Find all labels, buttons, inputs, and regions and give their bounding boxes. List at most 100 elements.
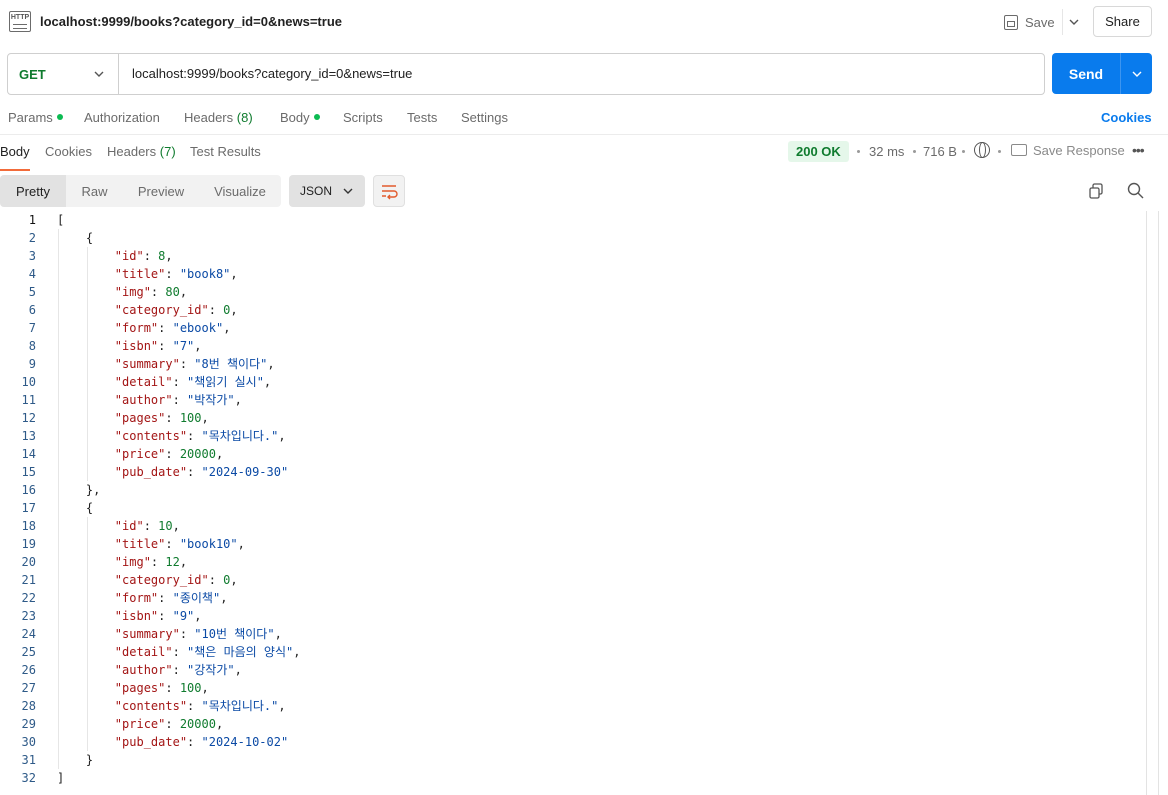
separator-dot <box>998 150 1001 153</box>
code-line: 16 }, <box>0 481 1140 499</box>
code-text: [ <box>57 213 65 227</box>
method-select[interactable]: GET <box>8 54 119 94</box>
response-size[interactable]: 716 B <box>923 144 957 159</box>
response-body-viewer[interactable]: 1[2 {3 "id": 8, 4 "title": "book8", 5 "img… <box>0 211 1146 795</box>
code-text: "pub_date": "2024-10-02" <box>114 735 289 749</box>
code-line: 10 "detail": "책읽기 실시", <box>0 373 1140 391</box>
separator-dot <box>857 150 860 153</box>
line-number: 22 <box>21 591 36 605</box>
response-time[interactable]: 32 ms <box>869 144 904 159</box>
line-number: 16 <box>21 483 36 497</box>
code-line: 3 "id": 8, <box>0 247 1140 265</box>
response-tab-cookies[interactable]: Cookies <box>45 144 92 159</box>
code-text: "price": 20000, <box>114 717 224 731</box>
line-number: 6 <box>28 303 36 317</box>
code-line: 28 "contents": "목차입니다.", <box>0 697 1140 715</box>
tab-scripts[interactable]: Scripts <box>343 110 383 125</box>
separator-dot <box>962 150 965 153</box>
tab-params-label: Params <box>8 110 53 125</box>
view-mode-pretty[interactable]: Pretty <box>0 175 66 207</box>
code-line: 22 "form": "종이책", <box>0 589 1140 607</box>
send-options-button[interactable] <box>1120 53 1152 94</box>
view-mode-visualize[interactable]: Visualize <box>199 175 281 207</box>
line-number: 4 <box>28 267 36 281</box>
code-text: }, <box>57 483 101 497</box>
code-text: { <box>57 231 94 245</box>
line-number: 2 <box>28 231 36 245</box>
save-response-button[interactable]: Save Response <box>1033 143 1125 158</box>
response-tab-body[interactable]: Body <box>0 144 30 171</box>
code-text: "contents": "목차입니다.", <box>114 699 286 713</box>
request-title[interactable]: localhost:9999/books?category_id=0&news=… <box>40 14 342 29</box>
method-label: GET <box>19 66 46 82</box>
globe-icon[interactable] <box>974 142 990 158</box>
response-headers-count: (7) <box>159 144 176 159</box>
view-mode-preview[interactable]: Preview <box>123 175 199 207</box>
tab-headers[interactable]: Headers (8) <box>184 110 253 125</box>
code-text: "pages": 100, <box>114 681 209 695</box>
cookies-link[interactable]: Cookies <box>1101 110 1152 125</box>
active-tab-indicator <box>0 169 30 171</box>
code-text: "contents": "목차입니다.", <box>114 429 286 443</box>
code-text: ] <box>57 771 65 785</box>
line-number: 30 <box>21 735 36 749</box>
code-line: 21 "category_id": 0, <box>0 571 1140 589</box>
view-mode-raw[interactable]: Raw <box>66 175 123 207</box>
format-select[interactable]: JSON <box>289 175 365 207</box>
tab-body-label: Body <box>280 110 310 125</box>
share-button[interactable]: Share <box>1093 6 1152 37</box>
code-line: 23 "isbn": "9", <box>0 607 1140 625</box>
request-url-bar: GET localhost:9999/books?category_id=0&n… <box>7 53 1045 95</box>
line-number: 24 <box>21 627 36 641</box>
save-button[interactable]: Save <box>1004 9 1055 35</box>
tab-tests[interactable]: Tests <box>407 110 437 125</box>
save-response-icon <box>1011 144 1027 156</box>
response-tab-test-results[interactable]: Test Results <box>190 144 261 159</box>
tab-settings[interactable]: Settings <box>461 110 508 125</box>
tab-body[interactable]: Body <box>280 110 320 125</box>
line-number: 9 <box>28 357 36 371</box>
line-number: 21 <box>21 573 36 587</box>
url-input[interactable]: localhost:9999/books?category_id=0&news=… <box>132 66 412 81</box>
save-icon <box>1004 14 1018 30</box>
line-number: 17 <box>21 501 36 515</box>
code-line: 11 "author": "박작가", <box>0 391 1140 409</box>
line-number: 27 <box>21 681 36 695</box>
code-text: "price": 20000, <box>114 447 224 461</box>
more-options-icon[interactable]: ••• <box>1132 142 1145 158</box>
code-text: "id": 10, <box>114 519 180 533</box>
code-line: 29 "price": 20000, <box>0 715 1140 733</box>
code-text: "isbn": "7", <box>114 339 202 353</box>
response-tab-body-label: Body <box>0 144 30 159</box>
line-number: 18 <box>21 519 36 533</box>
code-text: "detail": "책읽기 실시", <box>114 375 272 389</box>
line-number: 13 <box>21 429 36 443</box>
code-text: { <box>57 501 94 515</box>
status-badge[interactable]: 200 OK <box>788 141 849 162</box>
code-line: 18 "id": 10, <box>0 517 1140 535</box>
tab-params[interactable]: Params <box>8 110 63 125</box>
code-text: "summary": "8번 책이다", <box>114 357 275 371</box>
code-line: 9 "summary": "8번 책이다", <box>0 355 1140 373</box>
line-number: 10 <box>21 375 36 389</box>
search-icon[interactable] <box>1127 182 1144 199</box>
separator-dot <box>913 150 916 153</box>
tab-authorization[interactable]: Authorization <box>84 110 160 125</box>
save-options-button[interactable] <box>1062 9 1084 35</box>
wrap-lines-button[interactable] <box>373 175 405 207</box>
http-request-icon: HTTP <box>9 11 31 32</box>
send-label: Send <box>1068 65 1104 82</box>
send-button[interactable]: Send <box>1052 53 1152 94</box>
indent-guide <box>87 247 88 481</box>
code-line: 27 "pages": 100, <box>0 679 1140 697</box>
response-tab-headers[interactable]: Headers (7) <box>107 144 176 159</box>
line-number: 20 <box>21 555 36 569</box>
line-number: 31 <box>21 753 36 767</box>
code-line: 25 "detail": "책은 마음의 양식", <box>0 643 1140 661</box>
code-text: "form": "ebook", <box>114 321 231 335</box>
line-number: 8 <box>28 339 36 353</box>
chevron-down-icon <box>94 71 104 77</box>
scrollbar[interactable] <box>1158 211 1166 795</box>
code-line: 20 "img": 12, <box>0 553 1140 571</box>
copy-icon[interactable] <box>1089 183 1103 199</box>
